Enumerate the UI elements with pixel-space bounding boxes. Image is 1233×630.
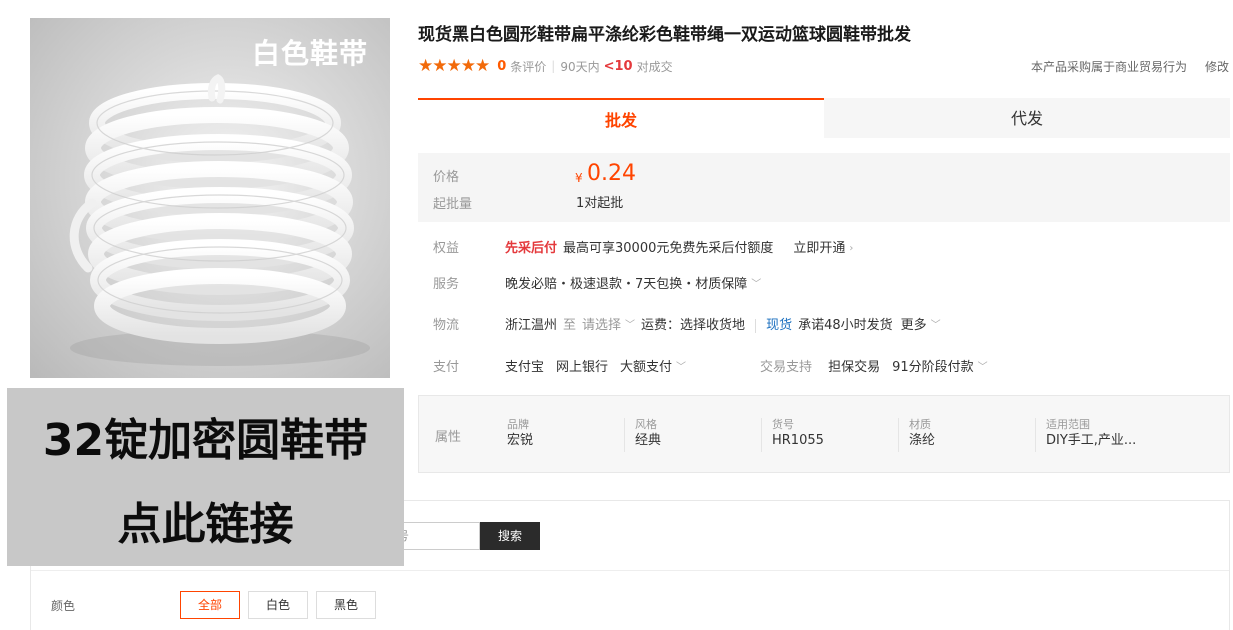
attribute-value: 宏锐 [507,433,534,448]
search-button[interactable]: 搜索 [480,522,540,550]
payment-label: 支付 [433,360,460,375]
min-order-value: 1对起批 [576,196,624,211]
color-filter-label: 颜色 [51,599,76,613]
service-text[interactable]: 晚发必赔・极速退款・7天包换・材质保障 [505,273,747,297]
payment-row: 支付 支付宝 网上银行 大额支付 ﹀ 交易支持 担保交易 91分阶段付款 ﹀ [418,356,1230,380]
shoelace-coil-image [69,74,370,366]
payment-method-large[interactable]: 大额支付 [620,356,672,380]
service-label: 服务 [433,277,460,292]
destination-select[interactable]: 请选择 [582,314,621,338]
color-option-white[interactable]: 白色 [248,591,308,619]
service-row: 服务 晚发必赔・极速退款・7天包换・材质保障 ﹀ [418,273,1230,297]
logistics-label: 物流 [433,318,460,333]
edit-link[interactable]: 修改 [1205,60,1229,74]
chevron-down-icon[interactable]: ﹀ [676,356,686,380]
price-value: 0.24 [587,161,636,186]
installment-payment[interactable]: 91分阶段付款 [892,356,974,380]
freight-text: 运费：选择收货地 [641,318,746,333]
price-box: 价格 ¥ 0.24 起批量 1对起批 [418,153,1230,222]
purchase-tabs: 批发 代发 [418,98,1230,138]
image-caption: 白色鞋带 [251,37,368,70]
rating-row: ★★★★★ 0 条评价 | 90天内 <10 对成交 [418,56,673,76]
price-label: 价格 [433,170,460,185]
ship-promise: 承诺48小时发货 [798,318,893,333]
attribute-item: 适用范围 DIY手工,产业... [1035,418,1205,452]
logistics-row: 物流 浙江温州 至 请选择 ﹀ 运费：选择收货地 现货 承诺48小时发货 更多 … [418,314,1230,338]
attribute-value: HR1055 [772,433,824,448]
attribute-key: 材质 [909,418,931,431]
attribute-value: 经典 [635,433,662,448]
in-stock-badge: 现货 [766,318,793,333]
rights-row: 权益 先采后付 最高可享30000元免费先采后付额度 立即开通 › [418,237,1230,261]
divider [755,319,757,333]
deal-suffix: 对成交 [636,59,673,74]
chevron-right-icon: › [849,243,854,254]
attribute-value: DIY手工,产业... [1046,433,1137,448]
min-order-label: 起批量 [433,197,473,212]
more-logistics-link[interactable]: 更多 [901,314,927,338]
ship-to-label: 至 [563,318,577,333]
attribute-value: 涤纶 [909,433,936,448]
color-option-black[interactable]: 黑色 [316,591,376,619]
trade-notice: 本产品采购属于商业贸易行为 [1030,60,1187,74]
attribute-item: 货号 HR1055 [761,418,898,452]
review-suffix[interactable]: 条评价 [510,58,546,75]
attribute-key: 品牌 [507,418,529,431]
attribute-key: 风格 [635,418,657,431]
attribute-item: 品牌 宏锐 [497,418,634,452]
top-links: 本产品采购属于商业贸易行为 修改 [1031,58,1229,75]
promo-link-banner[interactable]: 32锭加密圆鞋带 点此链接 [7,388,404,566]
pay-later-text: 最高可享30000元免费先采后付额度 [563,241,774,256]
chevron-down-icon[interactable]: ﹀ [751,273,761,297]
rights-label: 权益 [433,241,460,256]
attribute-item: 风格 经典 [624,418,761,452]
payment-method-alipay: 支付宝 [505,360,545,375]
attribute-key: 货号 [772,418,794,431]
ship-origin: 浙江温州 [505,318,558,333]
deal-count: <10 [603,58,633,74]
promo-line-2: 点此链接 [117,499,294,550]
trade-support-label: 交易支持 [760,360,813,375]
payment-method-bank: 网上银行 [556,360,609,375]
attribute-key: 适用范围 [1046,418,1090,431]
currency-symbol: ¥ [575,171,583,185]
attribute-item: 材质 涤纶 [898,418,1035,452]
tab-wholesale[interactable]: 批发 [418,98,824,138]
guarantee-trade: 担保交易 [828,360,881,375]
product-image[interactable]: 白色鞋带 [30,18,390,378]
color-option-all[interactable]: 全部 [180,591,240,619]
divider: | [551,59,556,73]
chevron-down-icon[interactable]: ﹀ [978,356,988,380]
pay-later-badge: 先采后付 [505,241,558,256]
activate-link[interactable]: 立即开通 [793,237,845,261]
attributes-box: 属性 品牌 宏锐 风格 经典 货号 HR1055 材质 涤纶 适用范围 DIY手… [418,395,1230,473]
chevron-down-icon[interactable]: ﹀ [931,314,941,338]
rating-stars-icon: ★★★★★ [418,56,490,76]
product-title: 现货黑白色圆形鞋带扁平涤纶彩色鞋带绳一双运动篮球圆鞋带批发 [418,25,911,45]
divider [31,570,1229,571]
promo-line-1: 32锭加密圆鞋带 [42,415,369,466]
tab-dropship[interactable]: 代发 [824,98,1230,138]
attributes-label: 属性 [435,430,462,445]
review-count[interactable]: 0 [497,59,506,74]
chevron-down-icon[interactable]: ﹀ [625,314,635,338]
period-label: 90天内 [560,59,600,74]
